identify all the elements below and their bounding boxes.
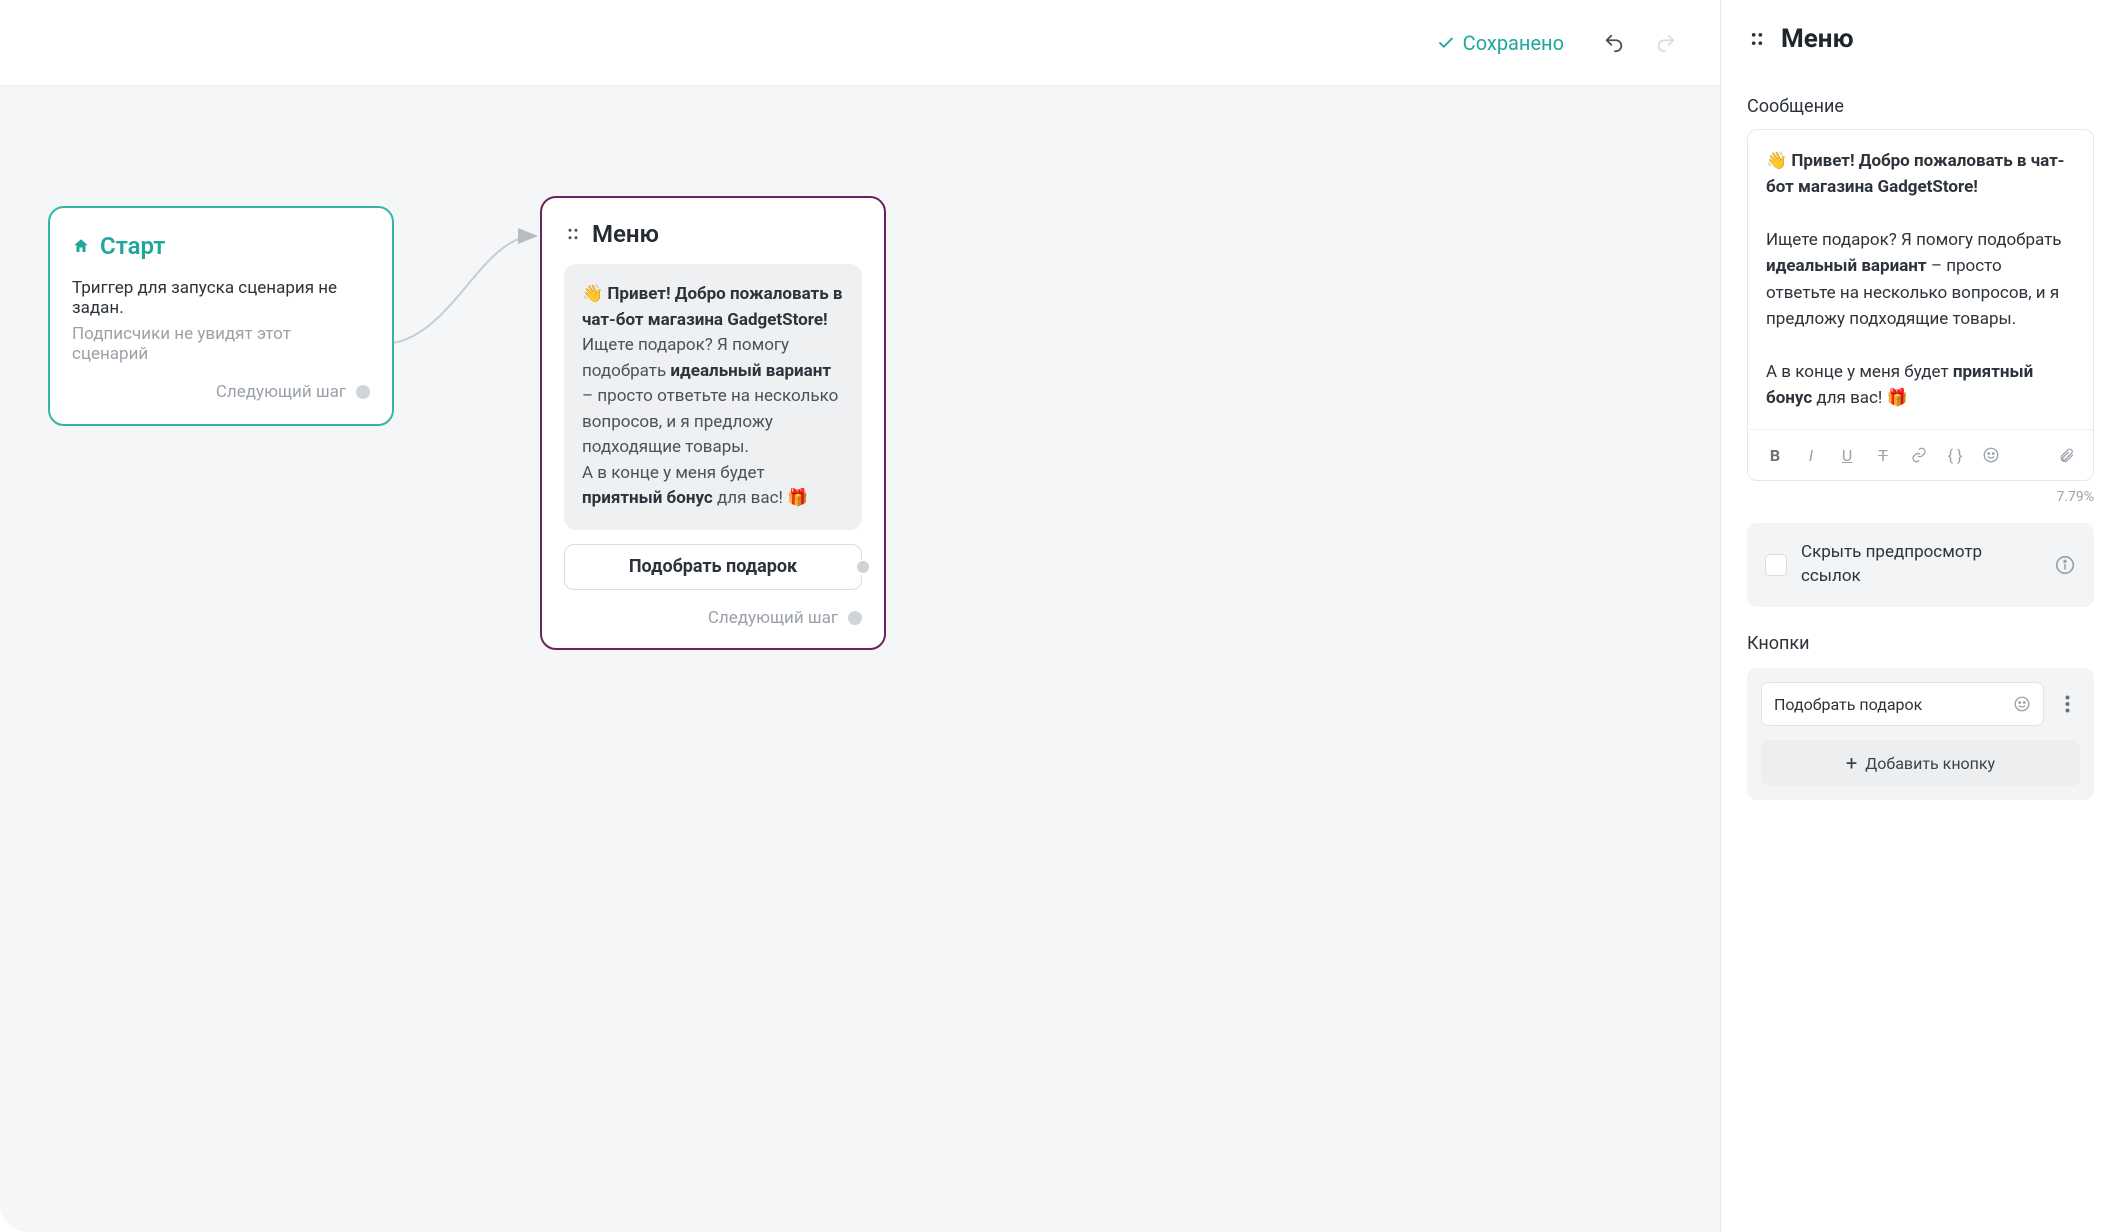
toolbar-link-button[interactable] — [1904, 440, 1934, 470]
node-start-title: Старт — [100, 232, 165, 260]
toolbar-underline-button[interactable]: U — [1832, 440, 1862, 470]
node-menu-title: Меню — [592, 220, 659, 248]
saved-status: Сохранено — [1437, 31, 1564, 55]
message-editor-text[interactable]: 👋 Привет! Добро пожаловать в чат-бот маг… — [1748, 130, 2093, 429]
wave-emoji: 👋 — [1766, 151, 1787, 171]
node-menu-cta-button[interactable]: Подобрать подарок — [564, 544, 862, 590]
hide-link-preview-checkbox[interactable] — [1765, 554, 1787, 576]
saved-status-label: Сохранено — [1463, 31, 1564, 55]
drag-handle-icon — [564, 225, 582, 243]
node-start[interactable]: Старт Триггер для запуска сценария не за… — [48, 206, 394, 426]
plus-icon: + — [1846, 753, 1857, 773]
section-label-buttons: Кнопки — [1747, 633, 2094, 654]
node-start-line2: Подписчики не увидят этот сценарий — [72, 324, 370, 364]
side-panel-header: Меню — [1721, 0, 2120, 64]
gift-emoji: 🎁 — [1887, 388, 1908, 408]
more-vertical-icon — [2065, 695, 2070, 713]
smile-icon[interactable] — [2013, 695, 2031, 713]
node-menu-output-port[interactable] — [848, 611, 862, 625]
button-label-input[interactable]: Подобрать подарок — [1761, 682, 2044, 726]
node-menu-cta-output-port[interactable] — [855, 559, 871, 575]
gift-emoji: 🎁 — [787, 488, 808, 508]
topbar: Сохранено — [0, 0, 1720, 86]
char-count-percent: 7.79% — [1747, 489, 2094, 505]
node-menu-cta-label: Подобрать подарок — [629, 556, 797, 577]
paperclip-icon — [2058, 447, 2075, 464]
node-menu[interactable]: Меню 👋 Привет! Добро пожаловать в чат-бо… — [540, 196, 886, 650]
wave-emoji: 👋 — [582, 284, 603, 304]
undo-icon — [1603, 32, 1625, 54]
node-start-output-port[interactable] — [356, 385, 370, 399]
link-icon — [1911, 447, 1927, 463]
redo-button[interactable] — [1652, 29, 1680, 57]
undo-button[interactable] — [1600, 29, 1628, 57]
button-more-menu[interactable] — [2054, 682, 2080, 726]
node-start-line1: Триггер для запуска сценария не задан. — [72, 278, 370, 318]
side-panel-title: Меню — [1781, 24, 1854, 54]
redo-icon — [1655, 32, 1677, 54]
toolbar-attach-button[interactable] — [2051, 440, 2081, 470]
drag-handle-icon — [1747, 29, 1767, 49]
toolbar-strike-button[interactable]: T — [1868, 440, 1898, 470]
toolbar-italic-button[interactable]: I — [1796, 440, 1826, 470]
toolbar-emoji-button[interactable] — [1976, 440, 2006, 470]
check-icon — [1437, 34, 1455, 52]
hide-link-preview-label: Скрыть предпросмотр ссылок — [1801, 541, 2040, 589]
message-editor[interactable]: 👋 Привет! Добро пожаловать в чат-бот маг… — [1747, 129, 2094, 481]
add-button[interactable]: + Добавить кнопку — [1761, 740, 2080, 786]
hide-link-preview-row: Скрыть предпросмотр ссылок — [1747, 523, 2094, 607]
info-icon[interactable] — [2054, 554, 2076, 576]
smile-icon — [1982, 446, 2000, 464]
section-label-message: Сообщение — [1747, 96, 2094, 117]
node-menu-next-step-label: Следующий шаг — [708, 608, 838, 628]
node-start-next-step-label: Следующий шаг — [216, 382, 346, 402]
flow-canvas[interactable]: Старт Триггер для запуска сценария не за… — [0, 86, 1720, 1232]
add-button-label: Добавить кнопку — [1865, 754, 1995, 773]
side-panel: Меню Сообщение 👋 Привет! Добро пожаловат… — [1720, 0, 2120, 1232]
button-label-value: Подобрать подарок — [1774, 695, 1922, 714]
buttons-group: Подобрать подарок + Добавить кнопку — [1747, 668, 2094, 800]
toolbar-variable-button[interactable]: { } — [1940, 440, 1970, 470]
toolbar-bold-button[interactable]: B — [1760, 440, 1790, 470]
home-icon — [72, 237, 90, 255]
node-menu-message: 👋 Привет! Добро пожаловать в чат-бот маг… — [564, 264, 862, 530]
editor-toolbar: B I U T { } — [1748, 429, 2093, 480]
